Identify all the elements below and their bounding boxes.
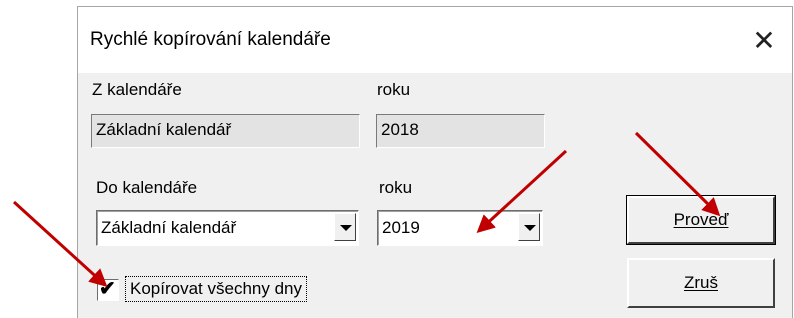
annotation-arrows	[12, 131, 721, 288]
arrow-to-execute-button	[634, 131, 721, 217]
arrow-to-year-select	[476, 149, 568, 234]
arrow-to-checkbox	[12, 200, 108, 288]
